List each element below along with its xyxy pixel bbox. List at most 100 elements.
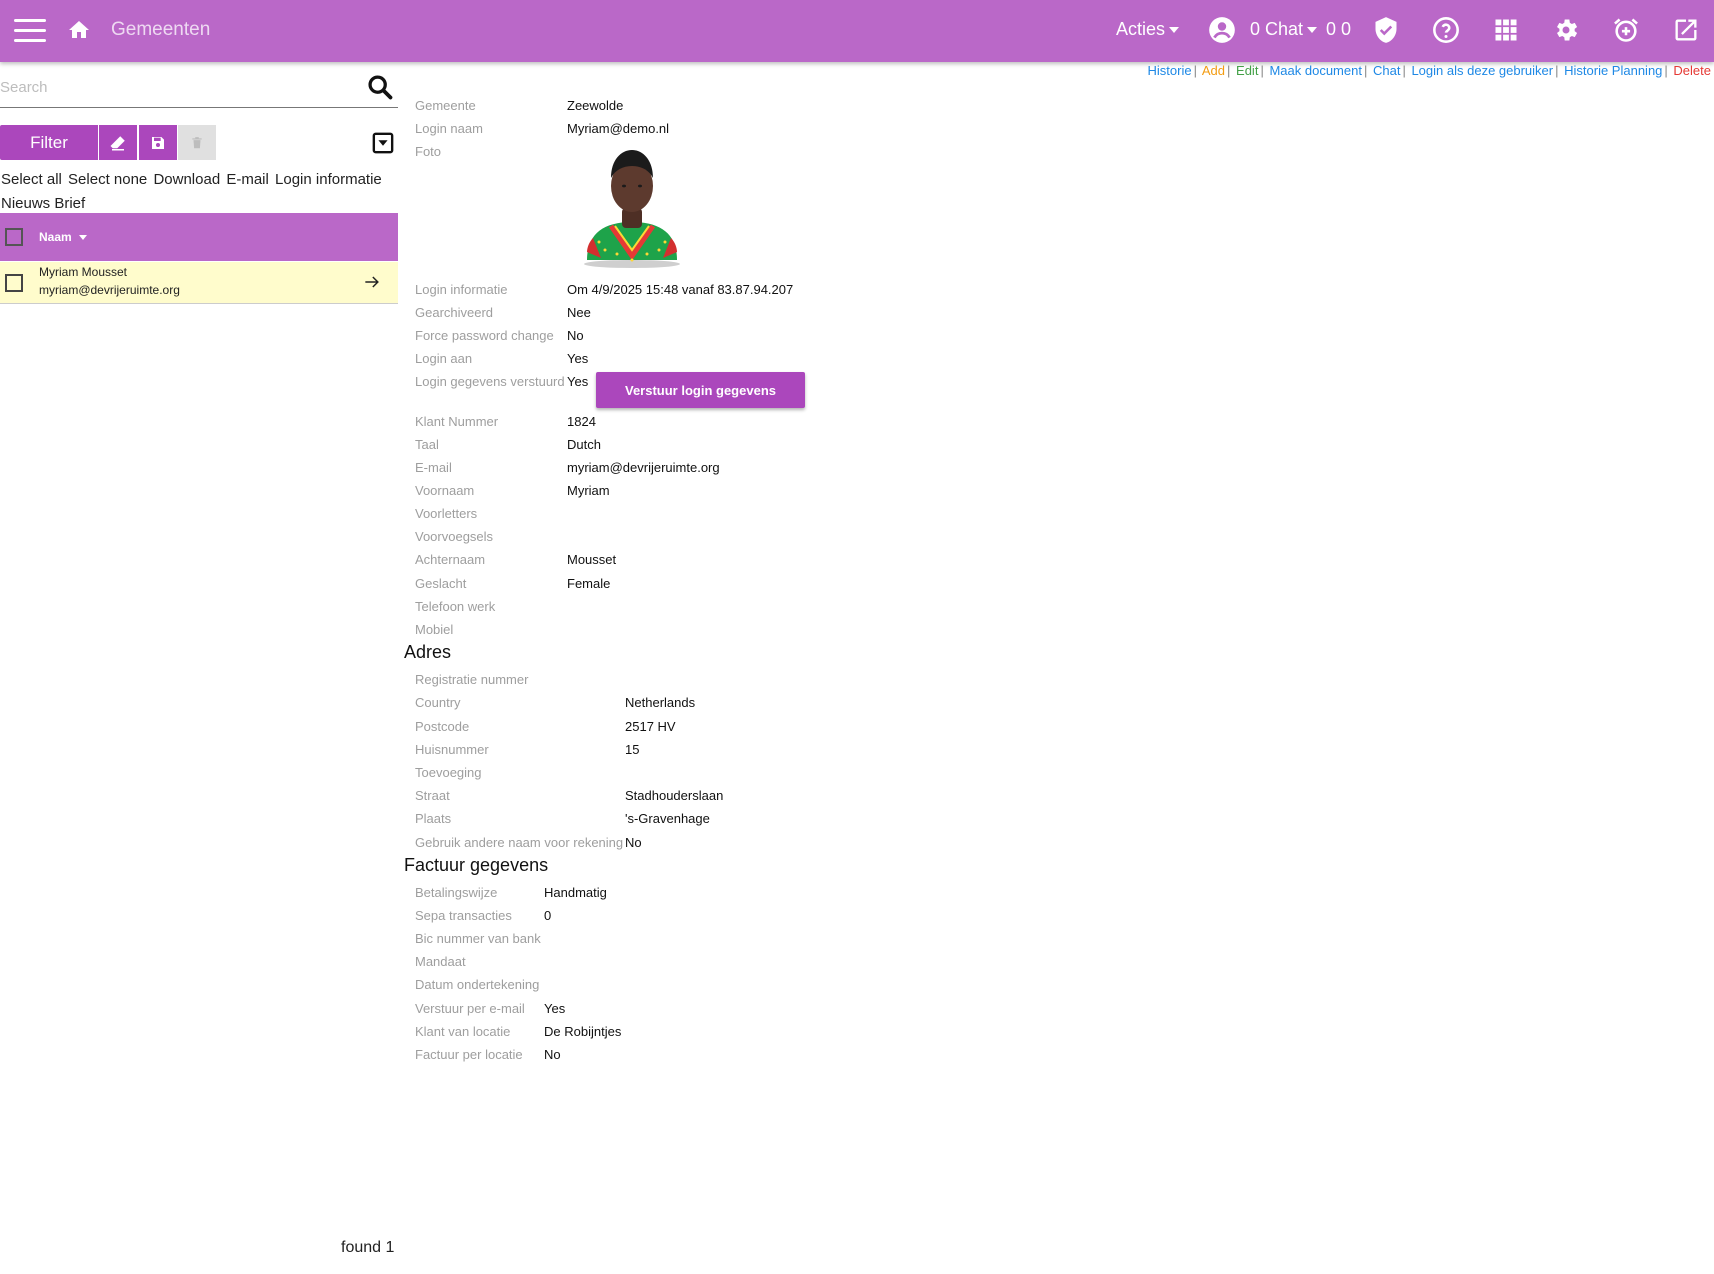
acties-dropdown[interactable]: Acties xyxy=(1116,19,1180,40)
login-informatie-value: Om 4/9/2025 15:48 vanaf 83.87.94.207 xyxy=(567,282,794,297)
alarm-add-icon[interactable] xyxy=(1612,16,1640,44)
record-actions: Historie | Add | Edit | Maak document | Chat… xyxy=(1148,63,1712,78)
klant-locatie-value: De Robijntjes xyxy=(544,1024,622,1039)
field-label: Toevoeging xyxy=(415,765,482,780)
andere-naam-value: No xyxy=(625,835,642,850)
geslacht-value: Female xyxy=(567,576,611,591)
delete-link[interactable]: Delete xyxy=(1673,63,1711,78)
home-icon[interactable] xyxy=(67,18,91,42)
trash-icon xyxy=(192,136,202,148)
betalingswijze-value: Handmatig xyxy=(544,885,607,900)
field-label: Voornaam xyxy=(415,483,475,498)
chat-dropdown[interactable]: 0 Chat xyxy=(1250,19,1318,40)
field-label: Login aan xyxy=(415,351,473,366)
field-label: Voorvoegsels xyxy=(415,529,494,544)
login-as-user-link[interactable]: Login als deze gebruiker xyxy=(1411,63,1553,78)
field-label: Datum ondertekening xyxy=(415,977,540,992)
separator: | xyxy=(1227,63,1231,78)
delete-filter-button[interactable] xyxy=(178,125,216,160)
field-label: Gemeente xyxy=(415,98,476,113)
field-label: Betalingswijze xyxy=(415,885,498,900)
download-link[interactable]: Download xyxy=(153,171,220,188)
shield-check-icon[interactable] xyxy=(1372,16,1400,44)
apps-grid-icon[interactable] xyxy=(1492,16,1520,44)
list-item[interactable]: Myriam Mousset myriam@devrijeruimte.org xyxy=(0,262,398,304)
menu-icon[interactable] xyxy=(14,19,46,43)
notification-counts: 0 0 xyxy=(1326,19,1352,39)
gemeente-value: Zeewolde xyxy=(567,98,624,113)
email-link[interactable]: E-mail xyxy=(226,171,269,188)
gearchiveerd-value: Nee xyxy=(567,305,591,320)
sepa-value: 0 xyxy=(544,908,552,923)
email-value: myriam@devrijeruimte.org xyxy=(567,460,720,475)
bulk-actions: Select all Select none Download E-mail L… xyxy=(1,168,399,216)
field-label: Gearchiveerd xyxy=(415,305,494,320)
sort-naam-header[interactable]: Naam xyxy=(39,230,87,244)
field-label: Sepa transacties xyxy=(415,908,512,923)
chat-label: 0 Chat xyxy=(1250,19,1304,39)
postcode-value: 2517 HV xyxy=(625,719,676,734)
search-input[interactable] xyxy=(0,74,360,100)
chevron-down-icon xyxy=(1307,27,1318,34)
voornaam-value: Myriam xyxy=(567,483,610,498)
field-label: Login naam xyxy=(415,121,483,136)
taal-value: Dutch xyxy=(567,437,601,452)
field-label: Klant Nummer xyxy=(415,414,499,429)
gear-icon[interactable] xyxy=(1552,16,1580,44)
field-label: Gebruik andere naam voor rekening xyxy=(415,835,624,850)
separator: | xyxy=(1555,63,1559,78)
row-checkbox[interactable] xyxy=(5,274,23,292)
open-external-icon[interactable] xyxy=(1672,16,1700,44)
select-none-link[interactable]: Select none xyxy=(68,171,147,188)
filter-button[interactable]: Filter xyxy=(0,125,98,160)
historie-planning-link[interactable]: Historie Planning xyxy=(1564,63,1662,78)
add-link[interactable]: Add xyxy=(1202,63,1225,78)
select-all-checkbox[interactable] xyxy=(5,228,23,246)
edit-link[interactable]: Edit xyxy=(1236,63,1258,78)
row-email: myriam@devrijeruimte.org xyxy=(39,283,180,297)
field-label: Telefoon werk xyxy=(415,599,496,614)
chat-link[interactable]: Chat xyxy=(1373,63,1400,78)
maak-document-link[interactable]: Maak document xyxy=(1269,63,1362,78)
account-circle-icon[interactable] xyxy=(1208,16,1236,44)
section-title-factuur: Factuur gegevens xyxy=(404,855,549,875)
send-login-button[interactable]: Verstuur login gegevens xyxy=(596,372,805,408)
field-label: Mobiel xyxy=(415,622,454,637)
separator: | xyxy=(1363,63,1368,78)
eraser-button[interactable] xyxy=(99,125,137,160)
field-label: Login gegevens verstuurd xyxy=(415,374,565,389)
per-locatie-value: No xyxy=(544,1047,561,1062)
login-informatie-link[interactable]: Login informatie xyxy=(275,171,382,188)
field-label: Mandaat xyxy=(415,954,466,969)
field-label: Bic nummer van bank xyxy=(415,931,541,946)
field-label: Registratie nummer xyxy=(415,672,529,687)
section-title-adres: Adres xyxy=(404,642,452,662)
search-icon[interactable] xyxy=(366,73,394,101)
field-label: Factuur per locatie xyxy=(415,1047,523,1062)
field-label: Klant van locatie xyxy=(415,1024,511,1039)
help-circle-icon[interactable] xyxy=(1432,16,1460,44)
country-value: Netherlands xyxy=(625,695,696,710)
historie-link[interactable]: Historie xyxy=(1148,63,1192,78)
field-label: Voorletters xyxy=(415,506,478,521)
huisnummer-value: 15 xyxy=(625,742,640,757)
login-verstuurd-value: Yes xyxy=(567,374,589,389)
field-label: Verstuur per e-mail xyxy=(415,1001,525,1016)
select-all-link[interactable]: Select all xyxy=(1,171,62,188)
arrow-right-icon[interactable] xyxy=(362,272,382,292)
eraser-icon xyxy=(110,135,125,150)
field-label: Geslacht xyxy=(415,576,467,591)
achternaam-value: Mousset xyxy=(567,552,617,567)
result-count: found 1 xyxy=(341,1239,395,1256)
separator: | xyxy=(1193,63,1197,78)
collapse-filter-icon[interactable] xyxy=(372,132,394,154)
field-label: Force password change xyxy=(415,328,554,343)
field-label: Plaats xyxy=(415,811,452,826)
straat-value: Stadhouderslaan xyxy=(625,788,724,803)
nieuws-brief-link[interactable]: Nieuws Brief xyxy=(1,195,85,212)
field-label: Huisnummer xyxy=(415,742,489,757)
separator: | xyxy=(1260,63,1264,78)
save-button[interactable] xyxy=(139,125,177,160)
save-icon xyxy=(152,136,164,149)
acties-label: Acties xyxy=(1116,19,1166,39)
